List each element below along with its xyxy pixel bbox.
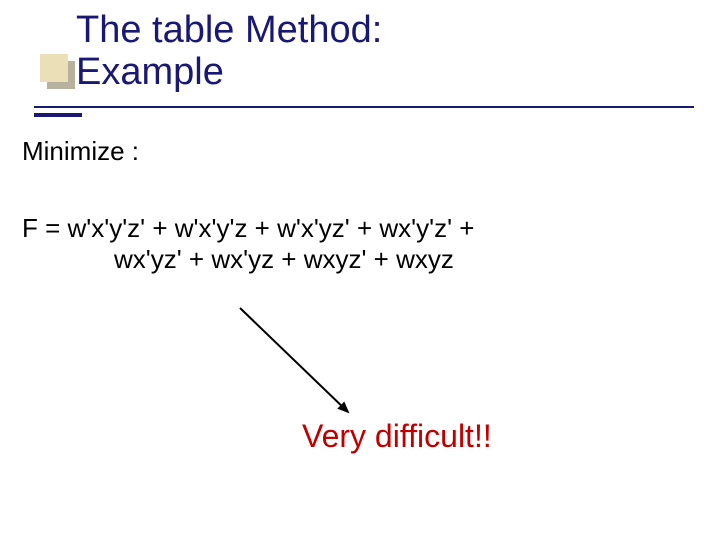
slide-title: The table Method: Example (76, 10, 382, 94)
content-area: Minimize : F = w'x'y'z' + w'x'y'z + w'x'… (22, 136, 680, 275)
formula-line-1: F = w'x'y'z' + w'x'y'z + w'x'yz' + wx'y'… (22, 213, 680, 244)
title-bullet-icon (40, 54, 68, 82)
formula-line-2: wx'yz' + wx'yz + wxyz' + wxyz (114, 244, 680, 275)
callout-text: Very difficult!! (302, 418, 492, 455)
title-block: The table Method: Example (40, 10, 382, 94)
title-line-1: The table Method: (76, 10, 382, 52)
minimize-label: Minimize : (22, 136, 680, 167)
formula-block: F = w'x'y'z' + w'x'y'z + w'x'yz' + wx'y'… (22, 213, 680, 275)
title-underline-icon (34, 104, 694, 119)
title-row: The table Method: Example (40, 10, 382, 94)
bullet-front-box (40, 54, 68, 82)
title-line-2: Example (76, 52, 382, 94)
slide: The table Method: Example Minimize : F =… (0, 0, 720, 540)
arrow-icon (230, 300, 380, 430)
